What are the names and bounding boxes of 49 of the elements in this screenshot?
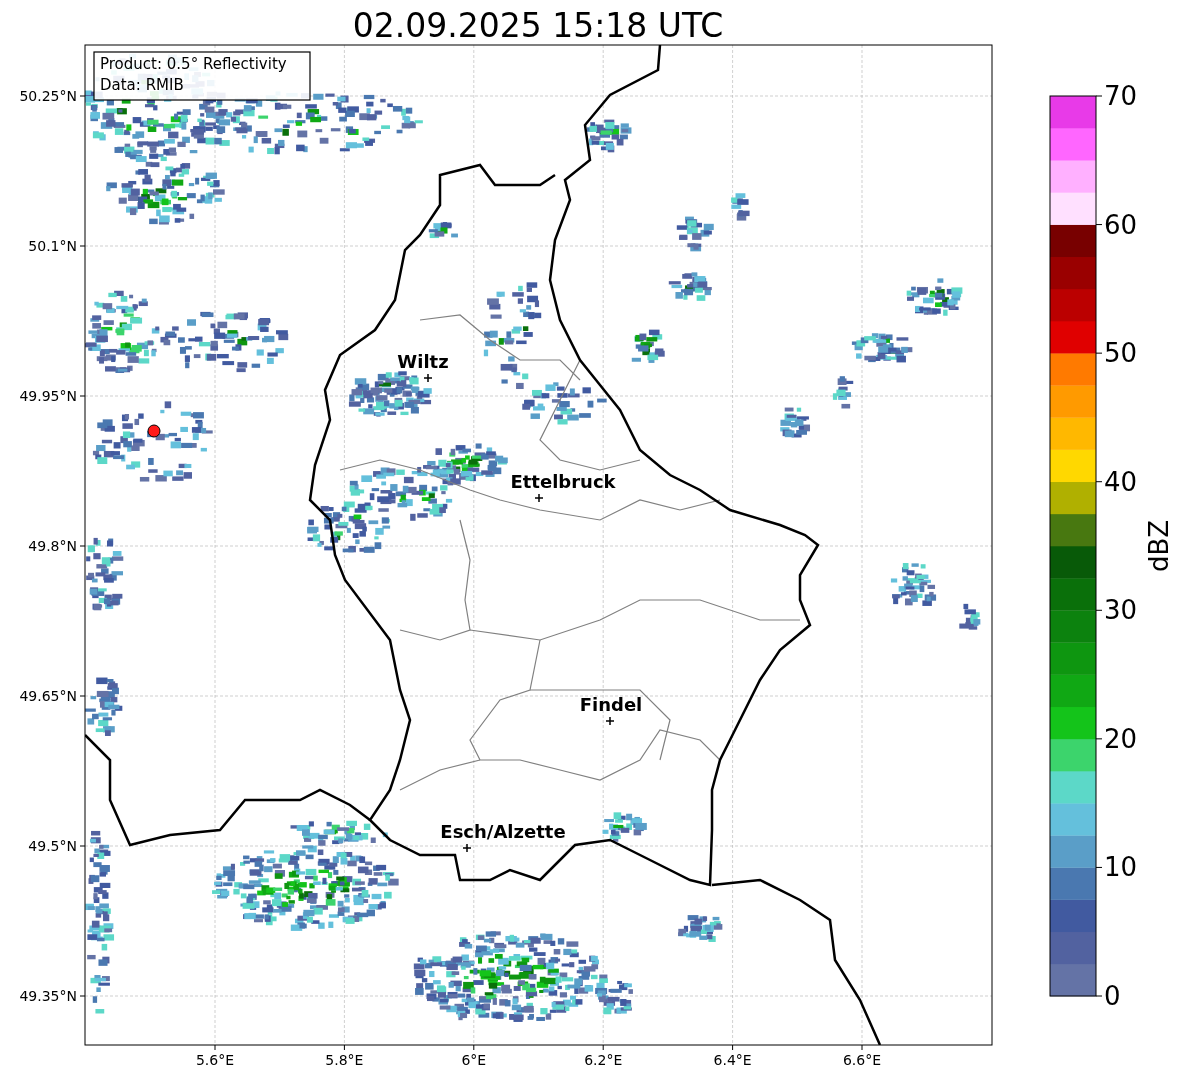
radar-site-marker bbox=[147, 424, 161, 438]
radar-echo-drawing bbox=[890, 563, 937, 606]
colorbar-tick-label: 0 bbox=[1104, 981, 1121, 1011]
latitude-tick-label: 49.65°N bbox=[19, 688, 77, 704]
colorbar-tick-label: 30 bbox=[1104, 595, 1138, 626]
info-text: Product: 0.5° Reflectivity bbox=[100, 55, 287, 73]
city-marker bbox=[423, 373, 433, 383]
colorbar-tick-label: 50 bbox=[1104, 338, 1138, 369]
longitude-tick-label: 6.2°E bbox=[584, 1052, 623, 1068]
latitude-tick-label: 49.95°N bbox=[19, 388, 77, 404]
radar-echo-drawing bbox=[906, 278, 963, 316]
radar-echo-drawing bbox=[676, 216, 714, 252]
radar-echo-drawing bbox=[959, 603, 981, 630]
latitude-tick-label: 50.25°N bbox=[19, 88, 77, 104]
radar-echo-drawing bbox=[631, 329, 665, 363]
radar-echo-drawing bbox=[678, 915, 723, 942]
radar-echo-drawing bbox=[586, 119, 632, 153]
radar-echo-drawing bbox=[602, 812, 647, 842]
longitude-tick-label: 5.8°E bbox=[325, 1052, 364, 1068]
city-marker bbox=[605, 716, 615, 726]
radar-echo-drawing bbox=[428, 222, 458, 239]
city-label: Esch/Alzette bbox=[440, 821, 566, 842]
city-marker bbox=[462, 843, 472, 853]
colorbar-tick-label: 20 bbox=[1104, 723, 1138, 754]
info-text: Data: RMIB bbox=[100, 76, 184, 94]
radar-echo-drawing bbox=[668, 272, 712, 301]
longitude-tick-label: 5.6°E bbox=[195, 1052, 235, 1068]
longitude-tick-label: 6°E bbox=[461, 1052, 487, 1068]
radar-echo-drawing bbox=[832, 376, 854, 409]
colorbar-tick-label: 40 bbox=[1104, 466, 1138, 497]
colorbar-label: dBZ bbox=[1144, 519, 1174, 573]
colorbar-tick-label: 60 bbox=[1104, 209, 1138, 240]
city-label: Ettelbruck bbox=[510, 471, 616, 492]
latitude-tick-label: 49.35°N bbox=[19, 988, 77, 1004]
longitude-tick-label: 6.4°E bbox=[713, 1052, 752, 1068]
colorbar-tick-label: 70 bbox=[1104, 81, 1138, 111]
radar-echo-drawing bbox=[85, 677, 123, 736]
chart-title: 02.09.2025 15:18 UTC bbox=[352, 6, 724, 45]
radar-echo-drawing bbox=[851, 333, 913, 363]
city-label: Findel bbox=[579, 694, 643, 715]
latitude-tick-label: 50.1°N bbox=[28, 238, 77, 254]
latitude-tick-label: 49.5°N bbox=[28, 838, 77, 854]
longitude-tick-label: 6.6°E bbox=[842, 1052, 882, 1068]
latitude-tick-label: 49.8°N bbox=[28, 538, 77, 554]
city-marker bbox=[534, 493, 544, 503]
city-label: Wiltz bbox=[397, 351, 449, 372]
radar-echo-drawing bbox=[780, 407, 810, 438]
radar-echo-drawing bbox=[731, 193, 750, 221]
colorbar-tick-label: 10 bbox=[1104, 852, 1138, 883]
